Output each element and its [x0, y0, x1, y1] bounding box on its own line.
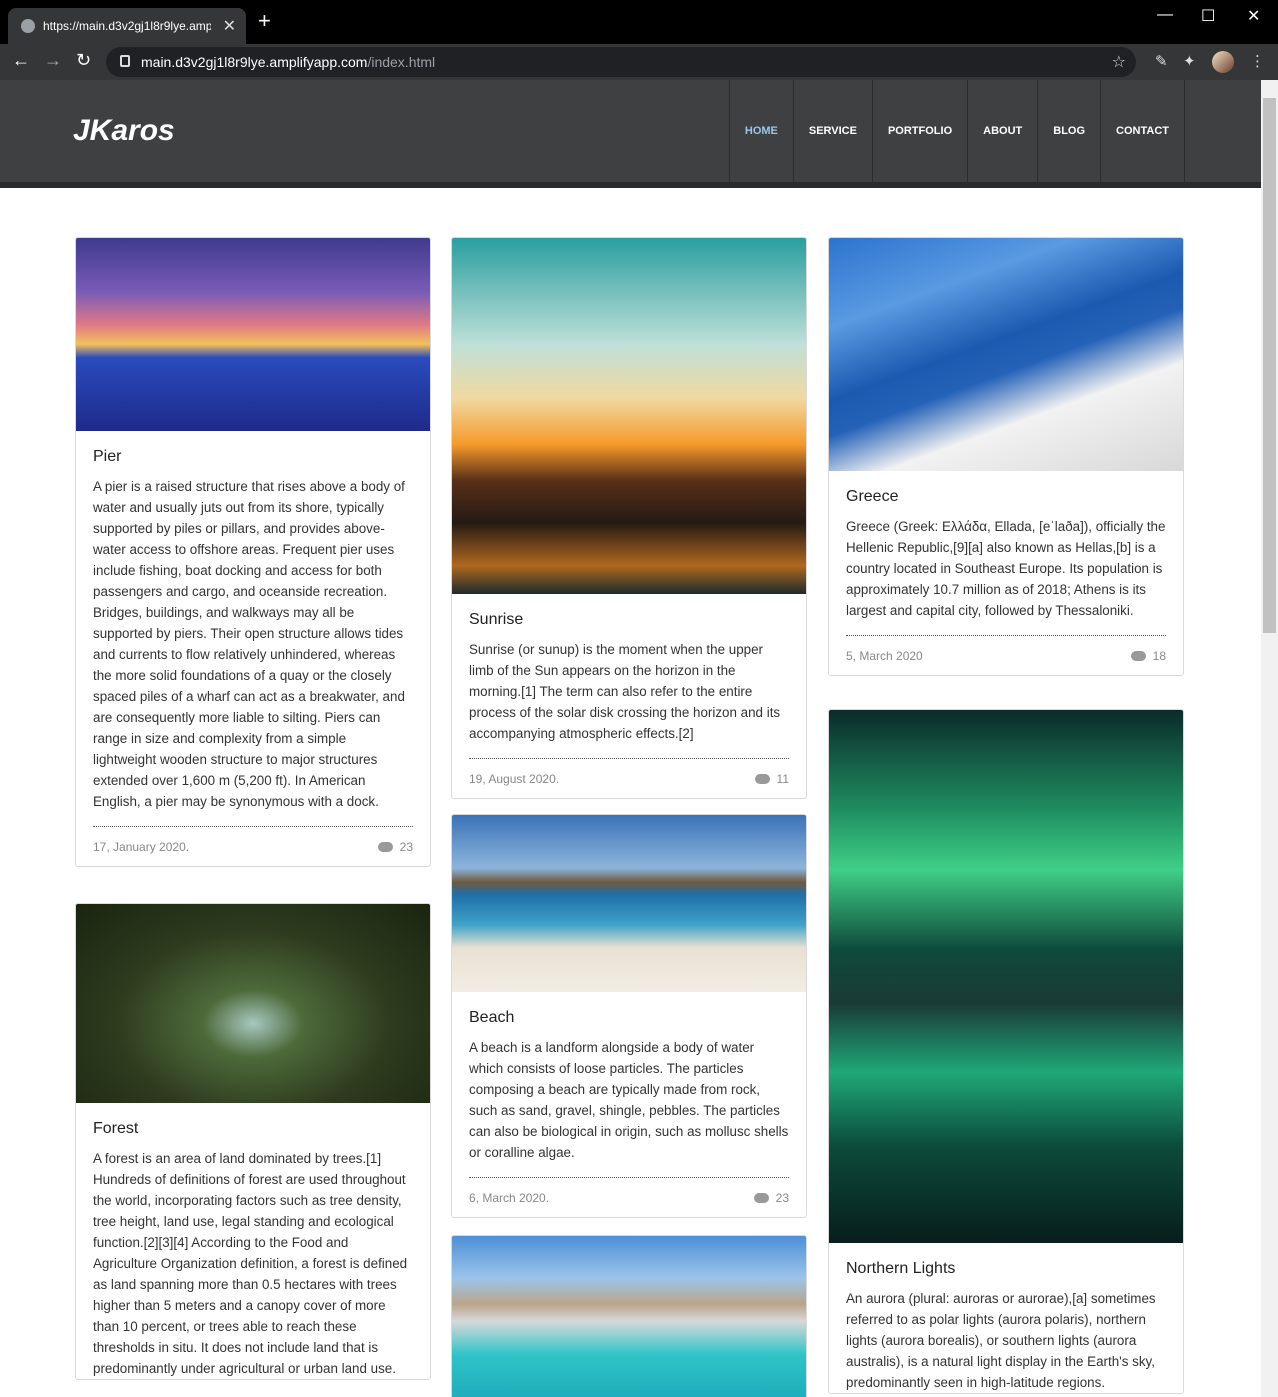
nav-portfolio[interactable]: PORTFOLIO — [871, 80, 967, 182]
page-viewport: JKaros HOME SERVICE PORTFOLIO ABOUT BLOG… — [0, 80, 1278, 1397]
card-text: Greece (Greek: Ελλάδα, Ellada, [eˈlaða])… — [846, 519, 1166, 618]
globe-icon — [21, 19, 35, 33]
comment-count-value: 18 — [1152, 649, 1166, 663]
card-text: Sunrise (or sunup) is the moment when th… — [469, 642, 781, 741]
card-title[interactable]: Greece — [846, 488, 1166, 506]
comments-icon — [1130, 651, 1146, 661]
extension-icon[interactable]: ✎ — [1155, 52, 1168, 70]
aurora-image[interactable] — [829, 710, 1183, 1243]
comment-count-value: 23 — [399, 840, 413, 854]
card-text: An aurora (plural: auroras or aurorae),[… — [846, 1291, 1156, 1390]
comment-count-value: 23 — [775, 1191, 789, 1205]
nav-blog[interactable]: BLOG — [1037, 80, 1100, 182]
card-meta: 17, January 2020. 23 — [93, 826, 413, 866]
card-text: A beach is a landform alongside a body o… — [469, 1040, 789, 1160]
tab-title: https://main.d3v2gj1l8r9lye.amplify — [43, 19, 211, 33]
scrollbar-thumb[interactable] — [1263, 98, 1276, 633]
reload-icon[interactable]: ↻ — [76, 50, 91, 71]
comments-icon — [753, 1193, 769, 1203]
comment-count[interactable]: 18 — [1130, 649, 1166, 663]
card-date: 6, March 2020. — [469, 1191, 550, 1205]
pier-image[interactable] — [76, 238, 430, 431]
browser-tab[interactable]: https://main.d3v2gj1l8r9lye.amplify ✕ — [8, 8, 246, 44]
card-title[interactable]: Northern Lights — [846, 1260, 1166, 1278]
card-meta: 5, March 2020 18 — [846, 635, 1166, 675]
card-beach: Beach A beach is a landform alongside a … — [451, 814, 807, 1218]
avatar[interactable] — [1212, 51, 1234, 73]
comment-count[interactable]: 23 — [753, 1191, 789, 1205]
site-logo[interactable]: JKaros — [73, 114, 175, 148]
card-title[interactable]: Sunrise — [469, 611, 789, 629]
comment-count-value: 11 — [776, 772, 789, 786]
lock-icon — [120, 55, 130, 67]
card-date: 19, August 2020. — [469, 772, 560, 786]
card-text: A forest is an area of land dominated by… — [93, 1151, 408, 1376]
puzzle-icon[interactable]: ✦ — [1183, 52, 1196, 70]
city-beach-image[interactable] — [452, 1236, 806, 1397]
forward-icon[interactable]: → — [44, 50, 62, 71]
card-sunrise: Sunrise Sunrise (or sunup) is the moment… — [451, 237, 807, 799]
comment-count[interactable]: 11 — [754, 772, 789, 786]
beach-image[interactable] — [452, 815, 806, 992]
new-tab-icon[interactable]: + — [258, 10, 271, 32]
close-tab-icon[interactable]: ✕ — [223, 16, 236, 36]
card-meta: 19, August 2020. 11 — [469, 758, 789, 798]
maximize-icon[interactable]: ☐ — [1201, 6, 1215, 26]
minimize-icon[interactable]: — — [1157, 6, 1173, 24]
nav-home[interactable]: HOME — [728, 80, 793, 182]
card-text: A pier is a raised structure that rises … — [93, 479, 405, 809]
greece-image[interactable] — [829, 238, 1183, 471]
nav-about[interactable]: ABOUT — [967, 80, 1037, 182]
comments-icon — [754, 774, 770, 784]
nav-service[interactable]: SERVICE — [792, 80, 872, 182]
url-text: main.d3v2gj1l8r9lye.amplifyapp.com/index… — [141, 54, 435, 70]
card-city-beach — [451, 1235, 807, 1397]
browser-toolbar: ← → ↻ main.d3v2gj1l8r9lye.amplifyapp.com… — [0, 44, 1278, 80]
browser-tab-strip: https://main.d3v2gj1l8r9lye.amplify ✕ + … — [0, 0, 1278, 44]
card-title[interactable]: Pier — [93, 448, 413, 466]
card-date: 17, January 2020. — [93, 840, 190, 854]
back-icon[interactable]: ← — [12, 50, 30, 71]
site-header: JKaros HOME SERVICE PORTFOLIO ABOUT BLOG… — [0, 80, 1261, 188]
card-date: 5, March 2020 — [846, 649, 923, 663]
card-pier: Pier A pier is a raised structure that r… — [75, 237, 431, 867]
card-forest: Forest A forest is an area of land domin… — [75, 903, 431, 1380]
comments-icon — [377, 842, 393, 852]
bookmark-star-icon[interactable]: ☆ — [1112, 52, 1126, 72]
main-nav: HOME SERVICE PORTFOLIO ABOUT BLOG CONTAC… — [728, 80, 1185, 182]
nav-contact[interactable]: CONTACT — [1100, 80, 1185, 182]
card-title[interactable]: Forest — [93, 1120, 413, 1138]
url-path: /index.html — [367, 54, 436, 70]
address-bar[interactable]: main.d3v2gj1l8r9lye.amplifyapp.com/index… — [106, 47, 1136, 77]
card-title[interactable]: Beach — [469, 1009, 789, 1027]
sunrise-image[interactable] — [452, 238, 806, 594]
forest-image[interactable] — [76, 904, 430, 1103]
card-meta: 6, March 2020. 23 — [469, 1177, 789, 1217]
card-northern-lights: Northern Lights An aurora (plural: auror… — [828, 709, 1184, 1394]
comment-count[interactable]: 23 — [377, 840, 413, 854]
url-host: main.d3v2gj1l8r9lye.amplifyapp.com — [141, 54, 368, 70]
window-close-icon[interactable]: ✕ — [1247, 6, 1260, 26]
card-greece: Greece Greece (Greek: Ελλάδα, Ellada, [e… — [828, 237, 1184, 676]
menu-kebab-icon[interactable]: ⋮ — [1250, 52, 1265, 70]
